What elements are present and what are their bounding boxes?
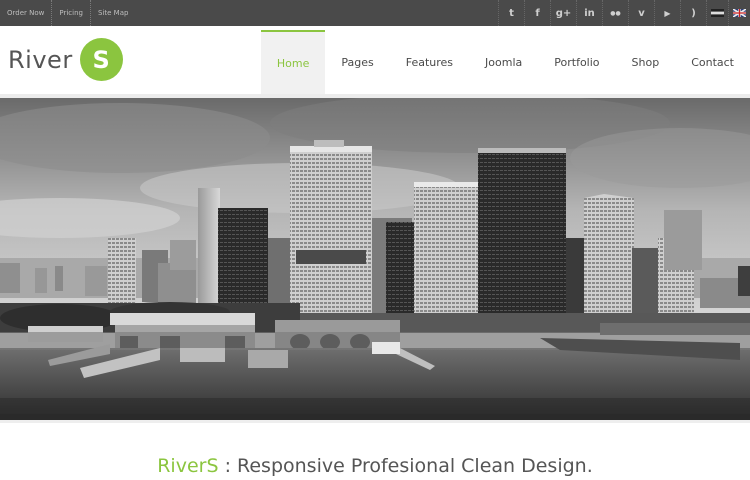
nav-contact[interactable]: Contact bbox=[675, 30, 750, 94]
tagline-text: Responsive Profesional Clean Design. bbox=[237, 455, 593, 477]
logo-text: River bbox=[8, 45, 73, 74]
flickr-icon[interactable]: ●● bbox=[602, 0, 628, 26]
top-bar: Order Now Pricing Site Map t f g+ in ●● … bbox=[0, 0, 750, 26]
tagline-separator: : bbox=[218, 455, 238, 477]
googleplus-icon[interactable]: g+ bbox=[550, 0, 576, 26]
site-map-link[interactable]: Site Map bbox=[91, 0, 135, 26]
nav-pages[interactable]: Pages bbox=[325, 30, 389, 94]
youtube-icon[interactable]: ▶ bbox=[654, 0, 680, 26]
nav-home[interactable]: Home bbox=[260, 30, 326, 94]
header: River S Home Pages Features Joomla Portf… bbox=[0, 26, 750, 94]
facebook-icon[interactable]: f bbox=[524, 0, 550, 26]
order-now-link[interactable]: Order Now bbox=[0, 0, 53, 26]
nav-features[interactable]: Features bbox=[390, 30, 469, 94]
english-flag-icon[interactable] bbox=[728, 0, 750, 26]
city-skyline-image bbox=[0, 98, 750, 420]
site-logo[interactable]: River S bbox=[8, 38, 123, 81]
pricing-link[interactable]: Pricing bbox=[52, 0, 91, 26]
nav-shop[interactable]: Shop bbox=[616, 30, 676, 94]
linkedin-icon[interactable]: in bbox=[576, 0, 602, 26]
tagline-brand: RiverS bbox=[157, 455, 219, 477]
twitter-icon[interactable]: t bbox=[498, 0, 524, 26]
vimeo-icon[interactable]: v bbox=[628, 0, 654, 26]
tagline-section: RiverS : Responsive Profesional Clean De… bbox=[0, 420, 750, 480]
hero-image bbox=[0, 98, 750, 420]
lang-flag-icon[interactable] bbox=[706, 0, 728, 26]
nav-portfolio[interactable]: Portfolio bbox=[538, 30, 615, 94]
tagline: RiverS : Responsive Profesional Clean De… bbox=[0, 455, 750, 477]
rss-icon[interactable]: ) bbox=[680, 0, 706, 26]
logo-badge: S bbox=[79, 38, 123, 81]
main-nav: Home Pages Features Joomla Portfolio Sho… bbox=[260, 30, 750, 94]
nav-joomla[interactable]: Joomla bbox=[469, 30, 538, 94]
top-links: Order Now Pricing Site Map bbox=[0, 0, 135, 26]
social-links: t f g+ in ●● v ▶ ) bbox=[498, 0, 750, 26]
